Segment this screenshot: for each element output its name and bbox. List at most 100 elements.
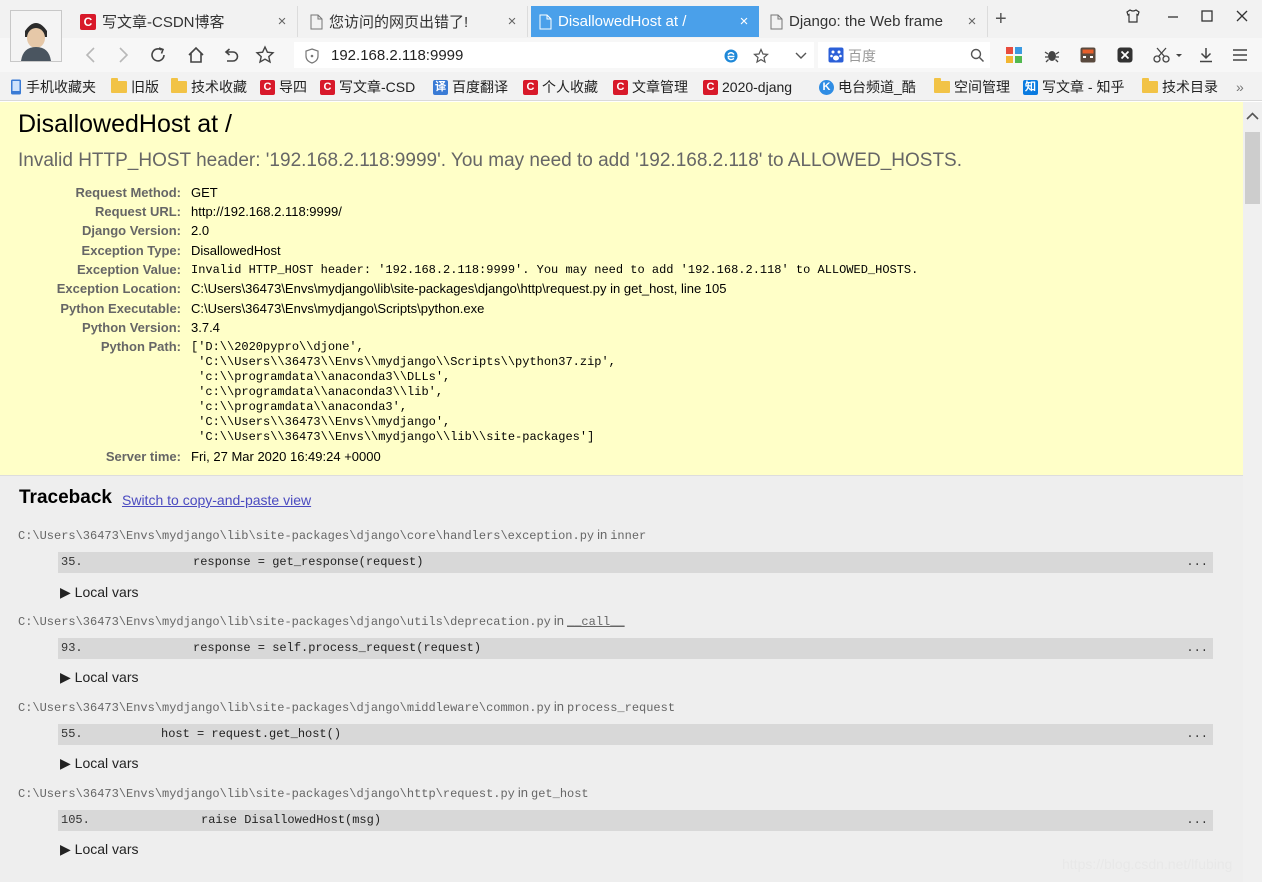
meta-value: Fri, 27 Mar 2020 16:49:24 +0000 bbox=[191, 449, 381, 464]
expand-triangle-icon: ▶ bbox=[60, 584, 71, 600]
bookmark-mobile-favorites[interactable]: 手机收藏夹 bbox=[10, 78, 96, 96]
minimize-icon[interactable] bbox=[1163, 8, 1183, 28]
bookmark-zhihu[interactable]: 知 写文章 - 知乎 bbox=[1023, 78, 1124, 96]
bookmark-label: 技术收藏 bbox=[191, 79, 247, 95]
tab-strip: C 写文章-CSDN博客 × 您访问的网页出错了! × DisallowedHo… bbox=[0, 0, 1262, 62]
apps-grid-icon[interactable] bbox=[1003, 44, 1025, 66]
menu-hamburger-icon[interactable] bbox=[1229, 44, 1251, 66]
scroll-up-arrow-icon[interactable] bbox=[1245, 110, 1260, 122]
bookmark-folder-old[interactable]: 旧版 bbox=[111, 78, 159, 96]
scissors-screenshot-icon[interactable] bbox=[1150, 44, 1184, 66]
baidu-paw-icon bbox=[828, 47, 844, 63]
security-shield-icon[interactable] bbox=[305, 48, 319, 64]
tab-title: Django: the Web frame bbox=[789, 13, 943, 30]
frame-path: C:\Users\36473\Envs\mydjango\lib\site-pa… bbox=[18, 701, 551, 715]
bookmark-radio[interactable]: K 电台频道_酷 bbox=[819, 78, 916, 96]
close-icon[interactable]: × bbox=[505, 13, 519, 30]
url-text[interactable]: 192.168.2.118:9999 bbox=[331, 47, 463, 64]
ie-engine-icon[interactable] bbox=[723, 48, 739, 64]
scrollbar-thumb[interactable] bbox=[1245, 132, 1260, 204]
bookmarks-overflow-button[interactable]: » bbox=[1236, 78, 1244, 96]
context-line[interactable]: 55. host = request.get_host() ... bbox=[58, 724, 1213, 745]
switch-copy-paste-link[interactable]: Switch to copy-and-paste view bbox=[122, 492, 311, 508]
bookmark-personal[interactable]: C 个人收藏 bbox=[523, 78, 598, 96]
close-icon[interactable]: × bbox=[737, 13, 751, 30]
local-vars-toggle[interactable]: ▶ Local vars bbox=[60, 755, 138, 772]
search-placeholder[interactable]: 百度 bbox=[848, 46, 876, 66]
expand-ellipsis[interactable]: ... bbox=[1186, 641, 1208, 655]
frame-file: C:\Users\36473\Envs\mydjango\lib\site-pa… bbox=[18, 613, 625, 629]
expand-ellipsis[interactable]: ... bbox=[1186, 813, 1208, 827]
bookmark-baidu-translate[interactable]: 译 百度翻译 bbox=[433, 78, 508, 96]
vertical-scrollbar[interactable] bbox=[1243, 102, 1262, 882]
window-close-icon[interactable] bbox=[1232, 8, 1252, 28]
frame-file: C:\Users\36473\Envs\mydjango\lib\site-pa… bbox=[18, 527, 646, 543]
new-tab-button[interactable]: + bbox=[995, 8, 1007, 31]
back-icon[interactable] bbox=[78, 42, 104, 68]
bug-extension-icon[interactable] bbox=[1041, 44, 1063, 66]
folder-icon bbox=[171, 78, 187, 93]
folder-icon bbox=[111, 78, 127, 93]
tab-django-docs[interactable]: Django: the Web frame × bbox=[762, 6, 988, 37]
expand-triangle-icon: ▶ bbox=[60, 669, 71, 685]
download-icon[interactable] bbox=[1195, 44, 1217, 66]
page-icon bbox=[310, 14, 323, 29]
skin-shirt-icon[interactable] bbox=[1123, 8, 1143, 28]
meta-value: C:\Users\36473\Envs\mydjango\Scripts\pyt… bbox=[191, 301, 485, 316]
meta-value: http://192.168.2.118:9999/ bbox=[191, 204, 342, 219]
frame-path: C:\Users\36473\Envs\mydjango\lib\site-pa… bbox=[18, 529, 595, 543]
home-icon[interactable] bbox=[183, 42, 209, 68]
code-text: response = get_response(request) bbox=[193, 555, 424, 569]
translate-icon: 译 bbox=[433, 79, 448, 95]
frame-file: C:\Users\36473\Envs\mydjango\lib\site-pa… bbox=[18, 785, 589, 801]
bookmark-2020-django[interactable]: C 2020-djang bbox=[703, 78, 792, 96]
bookmark-label: 个人收藏 bbox=[542, 79, 598, 95]
forward-icon[interactable] bbox=[110, 42, 136, 68]
expand-ellipsis[interactable]: ... bbox=[1186, 727, 1208, 741]
bookmark-folder-tech-index[interactable]: 技术目录 bbox=[1142, 78, 1218, 96]
code-text: response = self.process_request(request) bbox=[193, 641, 482, 655]
line-number: 55. bbox=[61, 727, 83, 741]
search-box[interactable]: 百度 bbox=[818, 42, 990, 68]
exception-message: Invalid HTTP_HOST header: '192.168.2.118… bbox=[18, 150, 962, 171]
bookmark-star-icon[interactable] bbox=[753, 48, 769, 64]
close-icon[interactable]: × bbox=[275, 13, 289, 30]
code-text: raise DisallowedHost(msg) bbox=[201, 813, 382, 827]
bookmark-csdn-write[interactable]: C 写文章-CSD bbox=[320, 78, 415, 96]
undo-close-tab-icon[interactable] bbox=[218, 42, 244, 68]
context-line[interactable]: 105. raise DisallowedHost(msg) ... bbox=[58, 810, 1213, 831]
profile-avatar[interactable] bbox=[10, 10, 62, 62]
bookmark-label: 写文章-CSD bbox=[339, 79, 416, 95]
search-icon[interactable] bbox=[970, 48, 985, 63]
meta-key: Exception Location: bbox=[56, 281, 181, 296]
local-vars-toggle[interactable]: ▶ Local vars bbox=[60, 669, 138, 686]
tab-error-page[interactable]: 您访问的网页出错了! × bbox=[302, 6, 528, 37]
close-icon[interactable]: × bbox=[965, 13, 979, 30]
expand-ellipsis[interactable]: ... bbox=[1186, 555, 1208, 569]
bookmark-article-mgmt[interactable]: C 文章管理 bbox=[613, 78, 688, 96]
context-line[interactable]: 93. response = self.process_request(requ… bbox=[58, 638, 1213, 659]
tab-csdn-write[interactable]: C 写文章-CSDN博客 × bbox=[72, 6, 298, 37]
context-line[interactable]: 35. response = get_response(request) ... bbox=[58, 552, 1213, 573]
maximize-icon[interactable] bbox=[1197, 8, 1217, 28]
csdn-icon: C bbox=[260, 79, 275, 95]
bookmark-folder-tech[interactable]: 技术收藏 bbox=[171, 78, 247, 96]
bookmark-daosi[interactable]: C 导四 bbox=[260, 78, 307, 96]
reload-icon[interactable] bbox=[145, 42, 171, 68]
frame-in: in bbox=[517, 785, 529, 800]
tab-disallowed-host[interactable]: DisallowedHost at / × bbox=[531, 6, 759, 37]
meta-key: Exception Type: bbox=[81, 243, 181, 258]
bookmark-label: 写文章 - 知乎 bbox=[1042, 79, 1125, 95]
address-bar[interactable]: 192.168.2.118:9999 bbox=[294, 42, 814, 68]
csdn-icon: C bbox=[523, 79, 538, 95]
url-dropdown-chevron-icon[interactable] bbox=[790, 44, 812, 66]
favorite-star-icon[interactable] bbox=[252, 42, 278, 68]
local-vars-toggle[interactable]: ▶ Local vars bbox=[60, 584, 138, 601]
calculator-icon[interactable] bbox=[1077, 44, 1099, 66]
local-vars-toggle[interactable]: ▶ Local vars bbox=[60, 841, 138, 858]
x-extension-icon[interactable] bbox=[1114, 44, 1136, 66]
bookmark-folder-space[interactable]: 空间管理 bbox=[934, 78, 1010, 96]
frame-func: __call__ bbox=[567, 615, 625, 629]
tab-title: DisallowedHost at / bbox=[558, 13, 687, 30]
error-summary: DisallowedHost at / Invalid HTTP_HOST he… bbox=[0, 102, 1243, 476]
